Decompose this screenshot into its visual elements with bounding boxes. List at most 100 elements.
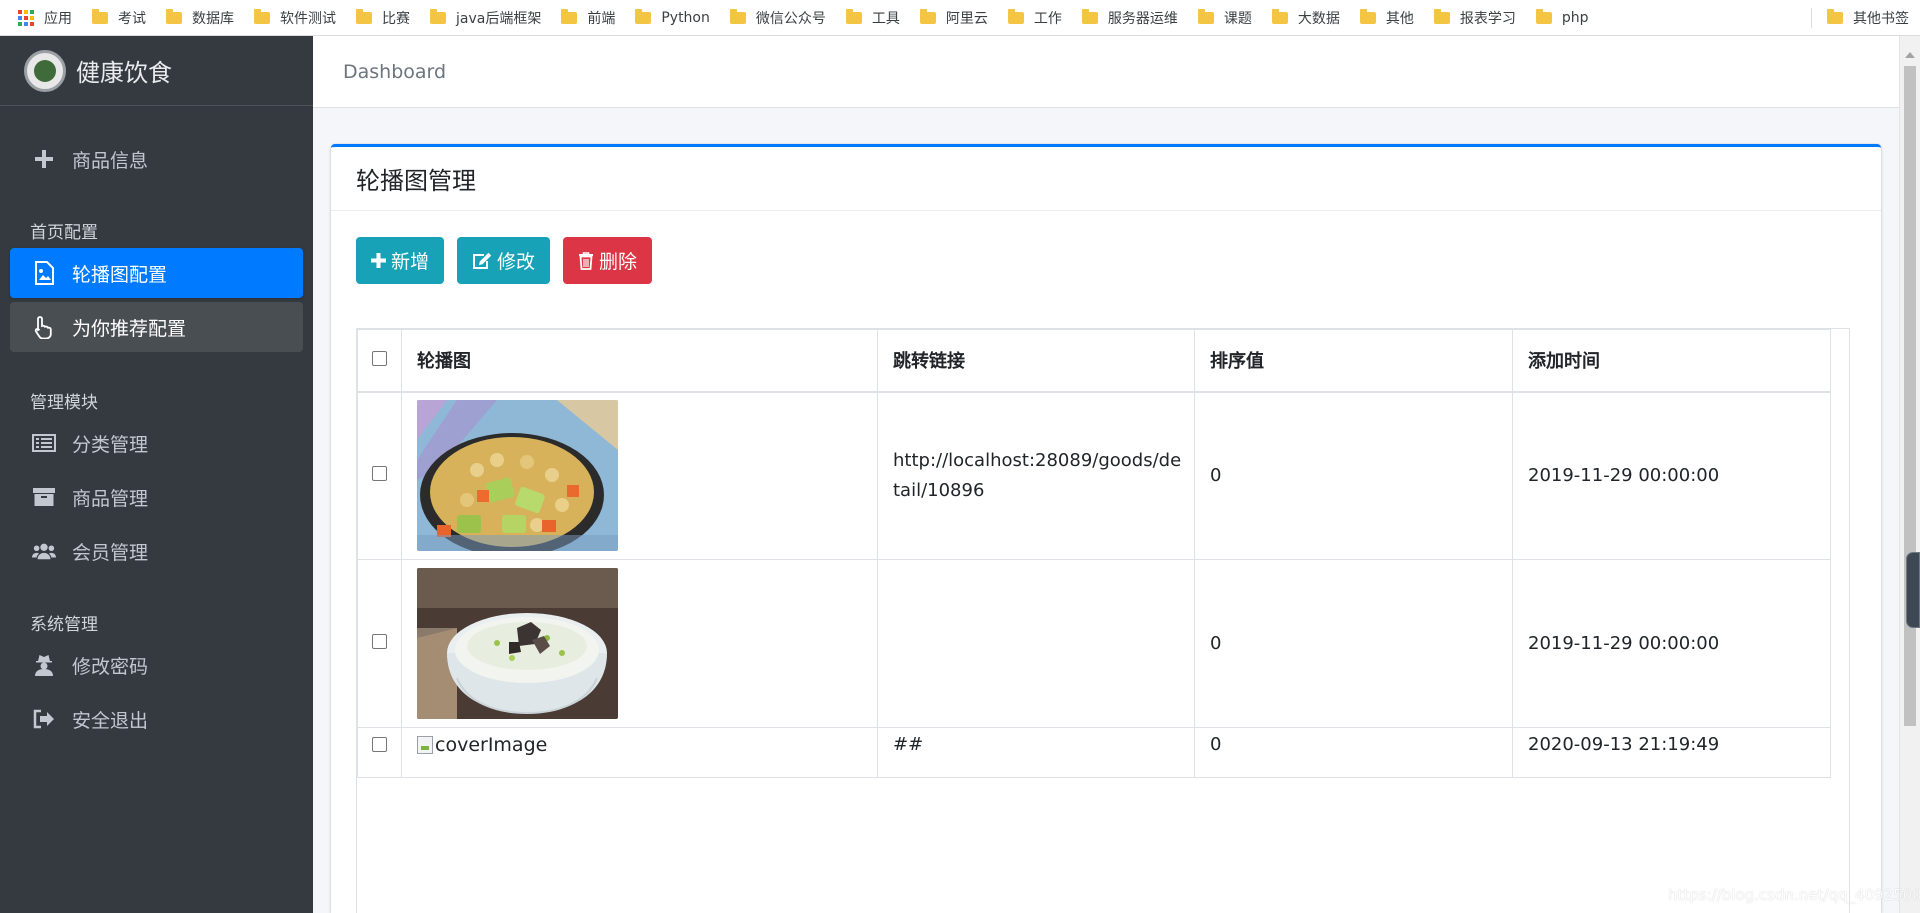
toolbar: 新增 修改 删除 [356,237,665,284]
bookmark-folder[interactable]: 工作 [999,0,1073,35]
sort-cell: 0 [1194,559,1513,728]
bookmark-label: 数据库 [192,10,234,27]
sidebar-item-goods[interactable]: 商品管理 [10,472,303,522]
sidebar-item-label: 商品管理 [72,487,149,510]
card-title: 轮播图管理 [331,147,1881,211]
folder-icon [1007,8,1024,24]
folder-icon [1535,8,1552,24]
bookmark-label: 大数据 [1297,10,1340,27]
table-row[interactable]: 0 2019-11-29 00:00:00 [357,559,1831,728]
time-cell: 2019-11-29 00:00:00 [1512,559,1831,728]
carousel-image-cell [401,559,878,728]
delete-button[interactable]: 删除 [563,237,653,284]
bookmark-label: 工具 [871,10,900,27]
broken-image: coverImage [417,734,877,756]
column-header[interactable]: 跳转链接 [877,329,1195,393]
bookmark-folder[interactable]: java后端框架 [421,0,552,35]
sidebar-item-label: 分类管理 [72,433,149,456]
folder-icon [1359,8,1376,24]
bookmark-folder[interactable]: 服务器运维 [1073,0,1189,35]
watermark: https://blog.csdn.net/qq_40925004 [1668,886,1920,904]
link-cell [877,559,1195,728]
brand-title: 健康饮食 [76,59,172,87]
bookmark-folder[interactable]: 前端 [552,0,626,35]
table-row[interactable]: coverImage ## 0 2020-09-13 21:19:49 [357,727,1831,778]
sort-cell: 0 [1194,391,1513,560]
folder-icon [845,8,862,24]
nav-section-header: 管理模块 [30,392,98,413]
folder-icon [1433,8,1450,24]
sidebar-item-label: 会员管理 [72,541,149,564]
bookmark-folder[interactable]: 考试 [83,0,157,35]
bookmark-folder[interactable]: 工具 [837,0,911,35]
brand-link[interactable]: 健康饮食 [0,36,313,106]
sidebar: 健康饮食 商品信息 首页配置 轮播图配置 为你推荐配置 管理模块 分类管理 商品… [0,36,313,913]
add-button[interactable]: 新增 [356,237,445,284]
bookmark-apps[interactable]: 应用 [0,0,83,35]
sidebar-item-password[interactable]: 修改密码 [10,640,303,690]
folder-icon [430,8,446,24]
bookmark-folder[interactable]: 报表学习 [1425,0,1527,35]
row-select-cell [357,727,402,778]
row-checkbox[interactable] [372,737,387,752]
bookmark-folder[interactable]: 软件测试 [245,0,347,35]
side-widget-handle[interactable] [1906,552,1920,628]
bookmark-label: 应用 [44,10,72,27]
sidebar-item-members[interactable]: 会员管理 [10,526,303,576]
bookmark-label: java后端框架 [456,10,542,27]
bookmark-label: 报表学习 [1459,10,1516,27]
table-row[interactable]: http://localhost:28089/goods/detail/1089… [357,391,1831,560]
bookmark-folder[interactable]: 微信公众号 [721,0,837,35]
bookmark-folder[interactable]: 比赛 [347,0,421,35]
select-all-checkbox[interactable] [372,350,387,366]
row-checkbox[interactable] [372,634,387,649]
bookmark-label: php [1561,9,1589,26]
column-header[interactable]: 轮播图 [401,329,878,393]
bookmark-folder[interactable]: 大数据 [1263,0,1351,35]
page-scrollbar[interactable] [1899,36,1920,913]
breadcrumb[interactable]: Dashboard [343,61,446,83]
column-header[interactable]: 排序值 [1194,329,1513,393]
folder-icon [919,8,936,24]
bookmark-other[interactable]: 其他书签 [1818,0,1920,35]
image-alt-text: coverImage [435,734,548,756]
bookmarks-bar: 应用 考试 数据库 软件测试 比赛 java后端框架 前端 Python 微信公… [0,0,1920,36]
scroll-up-arrow-icon[interactable] [1905,52,1915,58]
bookmark-label: Python [661,9,710,26]
carousel-image-porridge [417,568,618,719]
plus-icon [32,147,56,171]
apps-grid-icon [18,9,34,26]
sidebar-item-logout[interactable]: 安全退出 [10,694,303,744]
add-button-label: 新增 [391,252,430,273]
carousel-table: 轮播图 跳转链接 排序值 添加时间 http://localhost:28089… [357,329,1831,778]
bookmark-label: 其他书签 [1853,10,1909,27]
bookmark-folder[interactable]: 数据库 [157,0,245,35]
sidebar-item-label: 安全退出 [72,709,149,732]
bookmark-label: 服务器运维 [1107,10,1178,27]
row-checkbox[interactable] [372,466,387,482]
folder-icon [254,8,270,24]
edit-button[interactable]: 修改 [457,237,551,284]
bookmark-label: 微信公众号 [755,10,826,27]
link-cell: ## [877,727,1195,778]
sort-cell: 0 [1194,727,1513,778]
content-header: Dashboard [313,36,1899,108]
column-header[interactable]: 添加时间 [1512,329,1831,393]
bookmark-folder[interactable]: Python [626,0,721,35]
sidebar-item-goods-info[interactable]: 商品信息 [10,134,303,184]
delete-button-label: 删除 [599,252,638,273]
sidebar-item-recommend[interactable]: 为你推荐配置 [10,302,303,352]
folder-icon [1271,8,1288,24]
bookmark-folder[interactable]: 其他 [1351,0,1425,35]
sidebar-item-carousel[interactable]: 轮播图配置 [10,248,303,298]
folder-icon [729,8,746,24]
bookmark-folder[interactable]: php [1527,0,1600,35]
time-cell: 2019-11-29 00:00:00 [1512,391,1831,560]
bookmark-label: 考试 [118,10,146,27]
carousel-card: 轮播图管理 新增 修改 删除 轮播图 跳转链接 排序值 添加时间 http://… [331,144,1881,913]
folder-icon [166,8,182,24]
time-cell: 2020-09-13 21:19:49 [1512,727,1831,778]
sidebar-item-category[interactable]: 分类管理 [10,418,303,468]
bookmark-folder[interactable]: 课题 [1189,0,1263,35]
bookmark-folder[interactable]: 阿里云 [911,0,999,35]
